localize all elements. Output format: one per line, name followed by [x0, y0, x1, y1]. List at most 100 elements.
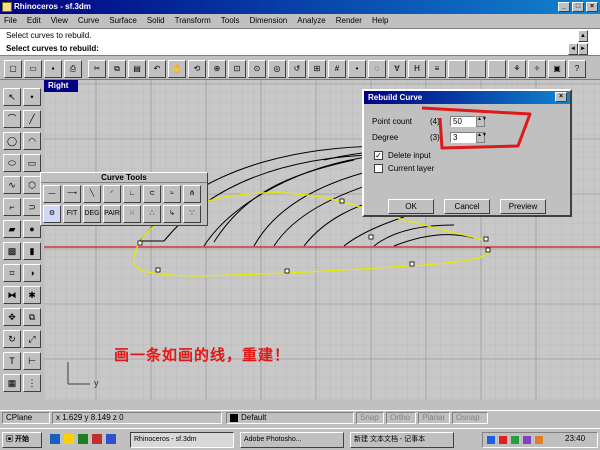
maximize-button[interactable]: □ — [572, 2, 584, 12]
preview-button[interactable]: Preview — [500, 199, 546, 214]
rotate-view-icon[interactable]: ⟲ — [188, 60, 206, 78]
box-icon[interactable]: ▩ — [3, 242, 21, 260]
change-degree-button[interactable]: DEG — [83, 205, 101, 223]
scale-icon[interactable]: ⤢ — [23, 330, 41, 348]
ie-quicklaunch-icon[interactable] — [50, 434, 60, 444]
surface-icon[interactable]: ▰ — [3, 220, 21, 238]
rhino-app-icon[interactable] — [2, 2, 12, 12]
cut-icon[interactable]: ✂ — [88, 60, 106, 78]
menu-tools[interactable]: Tools — [221, 14, 240, 28]
curve-tools-title[interactable]: Curve Tools — [41, 173, 207, 183]
snap-toggle[interactable]: Snap — [356, 412, 384, 424]
select-all-icon[interactable]: ◌ — [368, 60, 386, 78]
help-icon[interactable]: ? — [568, 60, 586, 78]
clock[interactable]: 23:40 — [565, 434, 585, 443]
zoom-selected-icon[interactable]: ◎ — [268, 60, 286, 78]
arc-icon[interactable]: ◠ — [23, 132, 41, 150]
curve-join-icon[interactable]: ⋔ — [183, 185, 201, 203]
menu-transform[interactable]: Transform — [175, 14, 211, 28]
taskbar-item-photoshop[interactable]: Adobe Photosho... — [240, 432, 344, 448]
menu-analyze[interactable]: Analyze — [297, 14, 325, 28]
scroll-up-icon[interactable]: ▲ — [578, 30, 588, 42]
cancel-button[interactable]: Cancel — [444, 199, 490, 214]
ellipse-icon[interactable]: ⬭ — [3, 154, 21, 172]
explorer-quicklaunch-icon[interactable] — [106, 434, 116, 444]
color-wheel-icon[interactable] — [448, 60, 466, 78]
ime-tray-icon[interactable] — [487, 436, 495, 444]
properties-icon[interactable]: ▣ — [548, 60, 566, 78]
undo-view-icon[interactable]: ↺ — [288, 60, 306, 78]
text-icon[interactable]: T — [3, 352, 21, 370]
hide-icon[interactable]: H — [408, 60, 426, 78]
curve-points-icon[interactable]: ∴ — [143, 205, 161, 223]
dimension-icon[interactable]: ⊢ — [23, 352, 41, 370]
rectangle-icon[interactable]: ▭ — [23, 154, 41, 172]
curve-offset-icon[interactable]: ⊂ — [143, 185, 161, 203]
app-quicklaunch-icon[interactable] — [78, 434, 88, 444]
close-button[interactable]: × — [586, 2, 598, 12]
curve-rebuild-icon[interactable]: ⚙ — [43, 205, 61, 223]
taskbar-item-rhino[interactable]: Rhinoceros - sf.3dm — [130, 432, 234, 448]
menu-render[interactable]: Render — [336, 14, 362, 28]
viewport-title-right[interactable]: Right — [44, 80, 78, 92]
zoom-icon[interactable]: ⊕ — [208, 60, 226, 78]
taskbar-item-notepad[interactable]: 新建 文本文档 - 记事本 — [350, 432, 454, 448]
copy-object-icon[interactable]: ⧉ — [23, 308, 41, 326]
scroll-left-icon[interactable]: ◄ — [568, 43, 578, 55]
pair-button[interactable]: PAIR — [103, 205, 121, 223]
current-layer-checkbox[interactable] — [374, 164, 383, 173]
dialog-close-icon[interactable]: × — [555, 92, 567, 102]
menu-file[interactable]: File — [4, 14, 17, 28]
volume-tray-icon[interactable] — [523, 436, 531, 444]
curve-refit-icon[interactable]: ⁙ — [123, 205, 141, 223]
curve-insert-point-icon[interactable]: ↳ — [163, 205, 181, 223]
mesh-icon[interactable]: ⌗ — [3, 264, 21, 282]
join-icon[interactable]: ⧓ — [3, 286, 21, 304]
points-on-icon[interactable]: • — [348, 60, 366, 78]
print-icon[interactable]: ⎙ — [64, 60, 82, 78]
cylinder-icon[interactable]: ▮ — [23, 242, 41, 260]
analyze-icon[interactable]: ▦ — [3, 374, 21, 392]
command-prompt[interactable]: Select curves to rebuild: ◄ ► — [0, 42, 600, 56]
copy-icon[interactable]: ⧉ — [108, 60, 126, 78]
polyline-icon[interactable]: ⌒ — [3, 110, 21, 128]
osnap-toggle[interactable]: Osnap — [452, 412, 488, 424]
ok-button[interactable]: OK — [388, 199, 434, 214]
minimize-button[interactable]: _ — [558, 2, 570, 12]
layers-icon[interactable]: ≡ — [428, 60, 446, 78]
media-quicklaunch-icon[interactable] — [92, 434, 102, 444]
pan-hand-icon[interactable]: ✋ — [168, 60, 186, 78]
four-viewports-icon[interactable]: ⊞ — [308, 60, 326, 78]
antivirus-tray-icon[interactable] — [499, 436, 507, 444]
circle-icon[interactable]: ◯ — [3, 132, 21, 150]
save-icon[interactable]: ▪ — [44, 60, 62, 78]
grid-icon[interactable]: # — [328, 60, 346, 78]
boolean-icon[interactable]: ◑ — [23, 264, 41, 282]
menu-curve[interactable]: Curve — [78, 14, 99, 28]
curve-fillet-icon[interactable]: ◜ — [103, 185, 121, 203]
curve-chamfer-icon[interactable]: ∟ — [123, 185, 141, 203]
menu-view[interactable]: View — [51, 14, 68, 28]
sphere-icon[interactable]: ● — [23, 220, 41, 238]
grid-snap-icon[interactable]: ⋮ — [23, 374, 41, 392]
menu-dimension[interactable]: Dimension — [249, 14, 287, 28]
planar-toggle[interactable]: Planar — [418, 412, 450, 424]
new-file-icon[interactable]: ▢ — [4, 60, 22, 78]
curve-match-icon[interactable]: ≈ — [163, 185, 181, 203]
move-icon[interactable]: ✥ — [3, 308, 21, 326]
zoom-window-icon[interactable]: ⊡ — [228, 60, 246, 78]
zoom-extents-icon[interactable]: ⊙ — [248, 60, 266, 78]
start-button[interactable]: ▣ 开始 — [2, 432, 42, 448]
curve-smooth-icon[interactable]: ∵ — [183, 205, 201, 223]
explode-icon[interactable]: ✱ — [23, 286, 41, 304]
scroll-right-icon[interactable]: ► — [578, 43, 588, 55]
show-all-icon[interactable]: ∀ — [388, 60, 406, 78]
curve-extend-icon[interactable]: ⟶ — [63, 185, 81, 203]
ortho-toggle[interactable]: Ortho — [386, 412, 416, 424]
curve-line-icon[interactable]: — — [43, 185, 61, 203]
open-file-icon[interactable]: ▭ — [24, 60, 42, 78]
menu-surface[interactable]: Surface — [109, 14, 137, 28]
current-layer-status[interactable]: Default — [226, 412, 354, 424]
delete-input-checkbox[interactable]: ✓ — [374, 151, 383, 160]
cplane-status[interactable]: CPlane — [2, 412, 50, 424]
